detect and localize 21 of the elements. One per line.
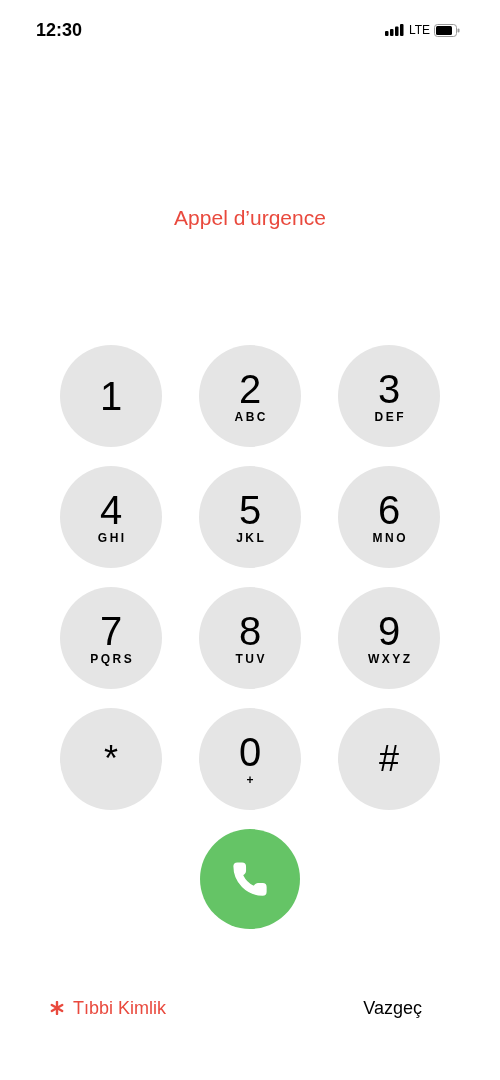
dial-key[interactable]: 6 MNO xyxy=(338,466,440,568)
dial-key[interactable]: 2 ABC xyxy=(199,345,301,447)
medical-id-link[interactable]: Tıbbi Kimlik xyxy=(50,997,166,1019)
dial-key[interactable]: # xyxy=(338,708,440,810)
network-type: LTE xyxy=(408,23,430,37)
dial-key[interactable]: 5 JKL xyxy=(199,466,301,568)
dial-key[interactable]: 8 TUV xyxy=(199,587,301,689)
emergency-call-title: Appel d’urgence xyxy=(173,205,327,231)
battery-icon xyxy=(434,23,460,37)
signal-icon xyxy=(384,24,405,36)
dial-key[interactable]: 9 WXYZ xyxy=(338,587,440,689)
dial-key[interactable]: * xyxy=(60,708,162,810)
clock-time: 12:30 xyxy=(36,19,83,41)
dial-key[interactable]: 7 PQRS xyxy=(60,587,162,689)
asterisk-icon xyxy=(50,1001,64,1015)
dial-key[interactable]: 0 + xyxy=(199,708,301,810)
dial-key[interactable]: 4 GHI xyxy=(60,466,162,568)
phone-icon xyxy=(231,860,269,898)
cancel-button[interactable]: Vazgeç xyxy=(363,997,422,1019)
dial-key[interactable]: 3 DEF xyxy=(338,345,440,447)
dial-key[interactable]: 1 xyxy=(60,345,162,447)
